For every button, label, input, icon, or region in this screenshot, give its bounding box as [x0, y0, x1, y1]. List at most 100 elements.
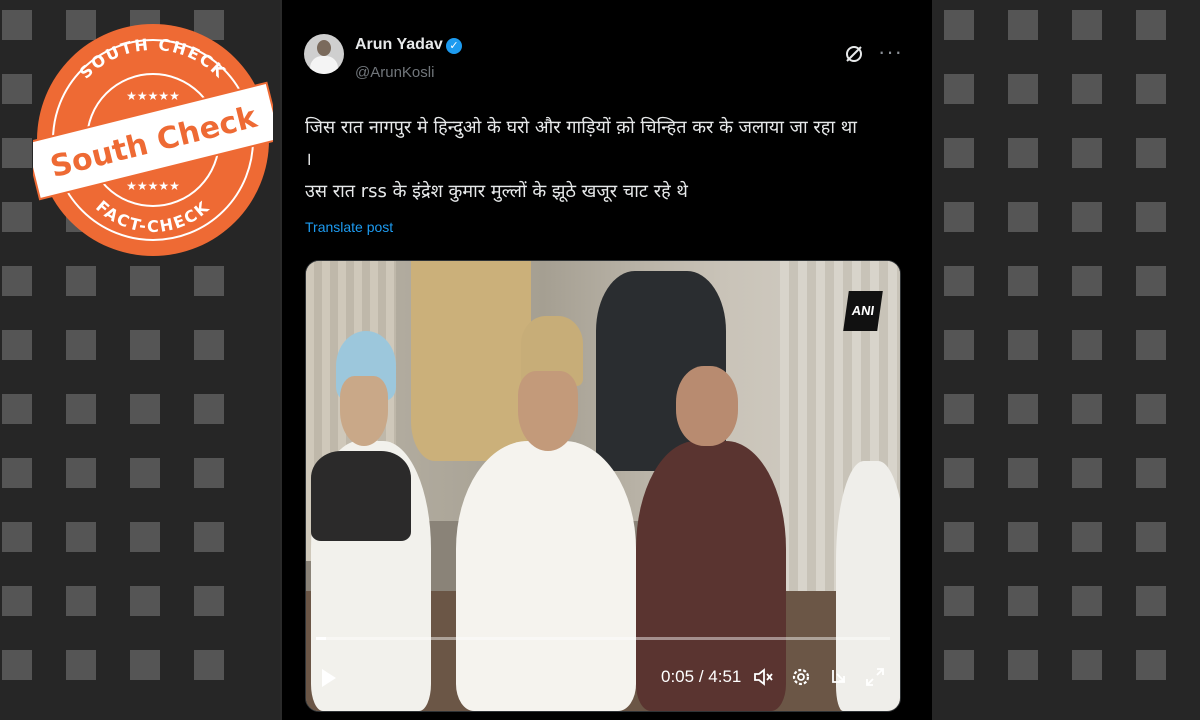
- fullscreen-icon[interactable]: [864, 665, 886, 689]
- background-tile: [1136, 266, 1166, 296]
- background-tile: [1072, 522, 1102, 552]
- tweet-text-line: जिस रात नागपुर मे हिन्दुओ के घरो और गाड़…: [305, 117, 857, 138]
- svg-text:★★★★★: ★★★★★: [126, 179, 180, 193]
- settings-gear-icon[interactable]: [790, 665, 812, 689]
- video-frame: [306, 261, 900, 711]
- background-tile: [2, 202, 32, 232]
- background-tile: [66, 586, 96, 616]
- background-tile: [66, 266, 96, 296]
- background-tile: [194, 650, 224, 680]
- author-name[interactable]: Arun Yadav: [355, 36, 443, 54]
- background-tile: [1008, 458, 1038, 488]
- background-tile: [194, 458, 224, 488]
- background-tile: [1072, 266, 1102, 296]
- tweet-text-line: उस रात rss के इंद्रेश कुमार मुल्लों के झ…: [305, 181, 688, 202]
- background-tile: [1072, 10, 1102, 40]
- video-progress-bar[interactable]: [316, 637, 890, 640]
- background-tile: [1136, 522, 1166, 552]
- background-tile: [944, 330, 974, 360]
- background-tile: [1136, 650, 1166, 680]
- background-tile: [130, 586, 160, 616]
- ani-watermark-logo: ANI: [843, 291, 883, 331]
- translate-post-link[interactable]: Translate post: [305, 219, 393, 235]
- grok-icon[interactable]: [844, 44, 864, 64]
- background-tile: [1008, 202, 1038, 232]
- video-time: 0:05 / 4:51: [661, 667, 741, 687]
- background-tile: [130, 266, 160, 296]
- background-tile: [944, 266, 974, 296]
- background-tile: [130, 394, 160, 424]
- background-tile: [130, 522, 160, 552]
- background-tile: [194, 586, 224, 616]
- background-tile: [66, 330, 96, 360]
- background-tile: [944, 138, 974, 168]
- background-tile: [194, 394, 224, 424]
- right-background: [932, 0, 1200, 720]
- background-tile: [194, 330, 224, 360]
- background-tile: [2, 394, 32, 424]
- video-progress-fill: [316, 637, 327, 640]
- picture-in-picture-icon[interactable]: [828, 665, 850, 689]
- background-tile: [130, 650, 160, 680]
- background-tile: [1136, 394, 1166, 424]
- svg-text:★★★★★: ★★★★★: [126, 89, 180, 103]
- background-tile: [1008, 394, 1038, 424]
- background-tile: [1072, 394, 1102, 424]
- current-time: 0:05: [661, 667, 695, 686]
- play-icon[interactable]: [322, 669, 336, 687]
- more-options-icon[interactable]: ···: [878, 41, 903, 63]
- author-handle[interactable]: @ArunKosli: [355, 64, 434, 81]
- background-tile: [944, 202, 974, 232]
- background-tile: [1136, 10, 1166, 40]
- south-check-stamp-logo: SOUTH CHECK FACT-CHECK ★★★★★ ★★★★★ South…: [33, 24, 273, 256]
- volume-muted-icon[interactable]: [752, 665, 774, 689]
- background-tile: [1072, 458, 1102, 488]
- background-tile: [1136, 74, 1166, 104]
- background-tile: [944, 522, 974, 552]
- background-tile: [1008, 10, 1038, 40]
- background-tile: [2, 650, 32, 680]
- background-tile: [194, 266, 224, 296]
- verified-badge-icon: ✓: [446, 38, 462, 54]
- background-tile: [944, 458, 974, 488]
- background-tile: [66, 522, 96, 552]
- background-tile: [1008, 74, 1038, 104]
- background-tile: [944, 586, 974, 616]
- tweet-text-line: ।: [305, 149, 312, 170]
- background-tile: [130, 330, 160, 360]
- background-tile: [1072, 202, 1102, 232]
- time-separator: /: [698, 667, 704, 686]
- background-tile: [1136, 586, 1166, 616]
- avatar[interactable]: [304, 34, 344, 74]
- background-tile: [2, 330, 32, 360]
- background-tile: [1072, 650, 1102, 680]
- background-tile: [1072, 586, 1102, 616]
- background-tile: [194, 522, 224, 552]
- background-tile: [2, 74, 32, 104]
- background-tile: [2, 10, 32, 40]
- background-tile: [1136, 202, 1166, 232]
- background-tile: [1072, 330, 1102, 360]
- background-tile: [2, 522, 32, 552]
- background-tile: [1008, 586, 1038, 616]
- background-tile: [944, 394, 974, 424]
- background-tile: [2, 138, 32, 168]
- background-tile: [1008, 650, 1038, 680]
- background-tile: [1072, 138, 1102, 168]
- duration: 4:51: [708, 667, 742, 686]
- background-tile: [1008, 330, 1038, 360]
- background-tile: [1136, 458, 1166, 488]
- background-tile: [944, 10, 974, 40]
- background-tile: [1008, 138, 1038, 168]
- background-tile: [1136, 138, 1166, 168]
- background-tile: [1136, 330, 1166, 360]
- background-tile: [1072, 74, 1102, 104]
- background-tile: [1008, 266, 1038, 296]
- video-player[interactable]: ANI 0:05 / 4:51: [305, 260, 901, 712]
- background-tile: [130, 458, 160, 488]
- background-tile: [66, 650, 96, 680]
- tweet-text: जिस रात नागपुर मे हिन्दुओ के घरो और गाड़…: [305, 112, 895, 208]
- background-tile: [66, 394, 96, 424]
- background-tile: [944, 74, 974, 104]
- background-tile: [2, 266, 32, 296]
